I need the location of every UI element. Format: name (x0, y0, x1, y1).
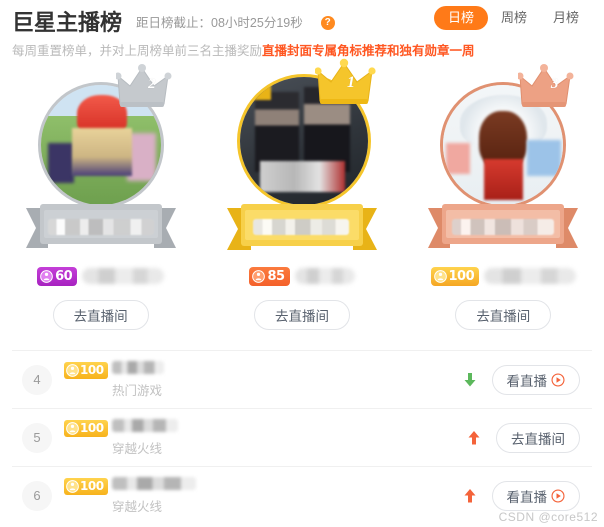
anchor-nickname-ribbon (452, 219, 555, 235)
play-icon (551, 488, 565, 503)
subtitle-normal-text: 每周重置榜单，并对上周榜单前三名主播奖励 (12, 44, 263, 58)
arrow-up-icon (464, 488, 475, 502)
watermark-text: CSDN @core512 (498, 510, 598, 524)
anchor-category: 穿越火线 (112, 499, 163, 514)
anchor-level-icon (433, 269, 447, 283)
anchor-nickname (112, 360, 164, 374)
anchor-level-value: 100 (448, 268, 475, 284)
page-subtitle: 每周重置榜单，并对上周榜单前三名主播奖励直播封面专属角标推荐和独有勋章一周 (12, 42, 590, 60)
ranking-list: 4 100 热门游戏 看直播 5 100 穿越火线 去直播间 6 100 穿越火… (12, 350, 592, 524)
anchor-level-badge: 100 (64, 361, 108, 379)
anchor-level-value: 100 (80, 420, 104, 435)
page-title: 巨星主播榜 (12, 10, 123, 35)
level-row-rank1: 85 (249, 266, 355, 286)
anchor-level-badge: 100 (430, 266, 480, 286)
anchor-level-icon (252, 269, 266, 283)
ranking-period-tabs: 日榜 周榜 月榜 (433, 6, 592, 30)
crown-icon (518, 64, 574, 107)
anchor-nickname (484, 268, 577, 284)
row-info: 100 穿越火线 (64, 476, 284, 516)
crown-rank-number: 3 (550, 76, 559, 92)
tab-monthly[interactable]: 月榜 (540, 6, 592, 30)
avatar-rank1[interactable]: 1 (227, 58, 377, 210)
table-row[interactable]: 5 100 穿越火线 去直播间 (12, 408, 592, 466)
question-mark-icon[interactable]: ? (320, 16, 335, 30)
go-to-live-room-label: 去直播间 (511, 431, 565, 447)
row-actions: 去直播间 (468, 422, 592, 453)
level-row-rank2: 60 (37, 266, 165, 286)
anchor-level-value: 100 (80, 362, 104, 377)
row-info: 100 热门游戏 (64, 360, 284, 400)
watch-live-button[interactable]: 看直播 (491, 364, 580, 395)
ribbon-rank1 (226, 202, 377, 256)
watch-live-button[interactable]: 看直播 (491, 480, 580, 511)
avatar-rank2[interactable]: 2 (26, 60, 176, 210)
crown-icon (314, 58, 376, 104)
countdown-text: 距日榜截止：08小时25分19秒 (136, 16, 303, 30)
subtitle-highlight-text: 直播封面专属角标推荐和独有勋章一周 (262, 44, 475, 58)
anchor-nickname-ribbon (47, 219, 154, 235)
anchor-level-icon (40, 269, 53, 283)
play-icon (551, 372, 565, 387)
watch-live-label: 看直播 (506, 373, 548, 389)
avatar-rank3[interactable]: 3 (428, 60, 578, 210)
ribbon-rank2 (25, 202, 176, 256)
podium-card-rank1: 1 85 去直播间 (201, 58, 402, 350)
crown-rank-number: 2 (148, 76, 156, 92)
tab-daily[interactable]: 日榜 (433, 6, 488, 30)
go-to-live-room-button-rank1[interactable]: 去直播间 (253, 300, 350, 330)
anchor-level-value: 85 (267, 268, 285, 284)
rank-number: 5 (22, 422, 52, 453)
row-info: 100 穿越火线 (64, 418, 284, 458)
row-actions: 看直播 (464, 364, 593, 395)
level-row-rank3: 100 (430, 266, 577, 286)
rank-number: 4 (22, 364, 52, 395)
anchor-level-icon (66, 479, 79, 493)
rank-number: 6 (22, 480, 52, 511)
live-ranking-page: 巨星主播榜 距日榜截止：08小时25分19秒 ? 日榜 周榜 月榜 每周重置榜单… (0, 0, 604, 527)
page-header: 巨星主播榜 距日榜截止：08小时25分19秒 ? 日榜 周榜 月榜 每周重置榜单… (0, 0, 604, 60)
anchor-level-value: 60 (55, 268, 73, 284)
podium-top3: 2 60 去直播间 1 85 去直播间 3 100 去直播间 (0, 58, 604, 350)
crown-rank-number: 1 (346, 74, 355, 91)
anchor-level-badge: 100 (64, 477, 108, 495)
anchor-level-badge: 100 (64, 419, 108, 437)
podium-medal-rank3: 3 (428, 60, 579, 256)
anchor-category: 穿越火线 (112, 441, 163, 456)
podium-medal-rank2: 2 (25, 60, 176, 256)
crown-icon (115, 64, 172, 107)
anchor-nickname-ribbon (252, 219, 349, 235)
watch-live-label: 看直播 (506, 489, 548, 505)
anchor-level-badge: 60 (37, 266, 78, 286)
go-to-live-room-button-rank3[interactable]: 去直播间 (455, 300, 552, 330)
podium-medal-rank1: 1 (226, 58, 377, 256)
row-actions: 看直播 (464, 480, 593, 511)
go-to-live-room-button-rank2[interactable]: 去直播间 (52, 300, 149, 330)
arrow-up-icon (468, 430, 480, 444)
anchor-nickname (294, 268, 355, 284)
go-to-live-room-button[interactable]: 去直播间 (496, 422, 580, 453)
anchor-level-icon (66, 421, 79, 435)
tab-weekly[interactable]: 周榜 (488, 6, 540, 30)
anchor-nickname (82, 268, 165, 284)
ribbon-rank3 (428, 202, 579, 256)
table-row[interactable]: 4 100 热门游戏 看直播 (12, 350, 592, 408)
arrow-down-icon (464, 372, 475, 386)
anchor-level-value: 100 (80, 478, 104, 493)
anchor-level-icon (66, 363, 79, 377)
anchor-category: 热门游戏 (112, 383, 163, 398)
podium-card-rank2: 2 60 去直播间 (0, 60, 201, 350)
anchor-level-badge: 85 (249, 266, 290, 286)
podium-card-rank3: 3 100 去直播间 (403, 60, 604, 350)
anchor-nickname (112, 418, 178, 432)
anchor-nickname (112, 476, 196, 490)
